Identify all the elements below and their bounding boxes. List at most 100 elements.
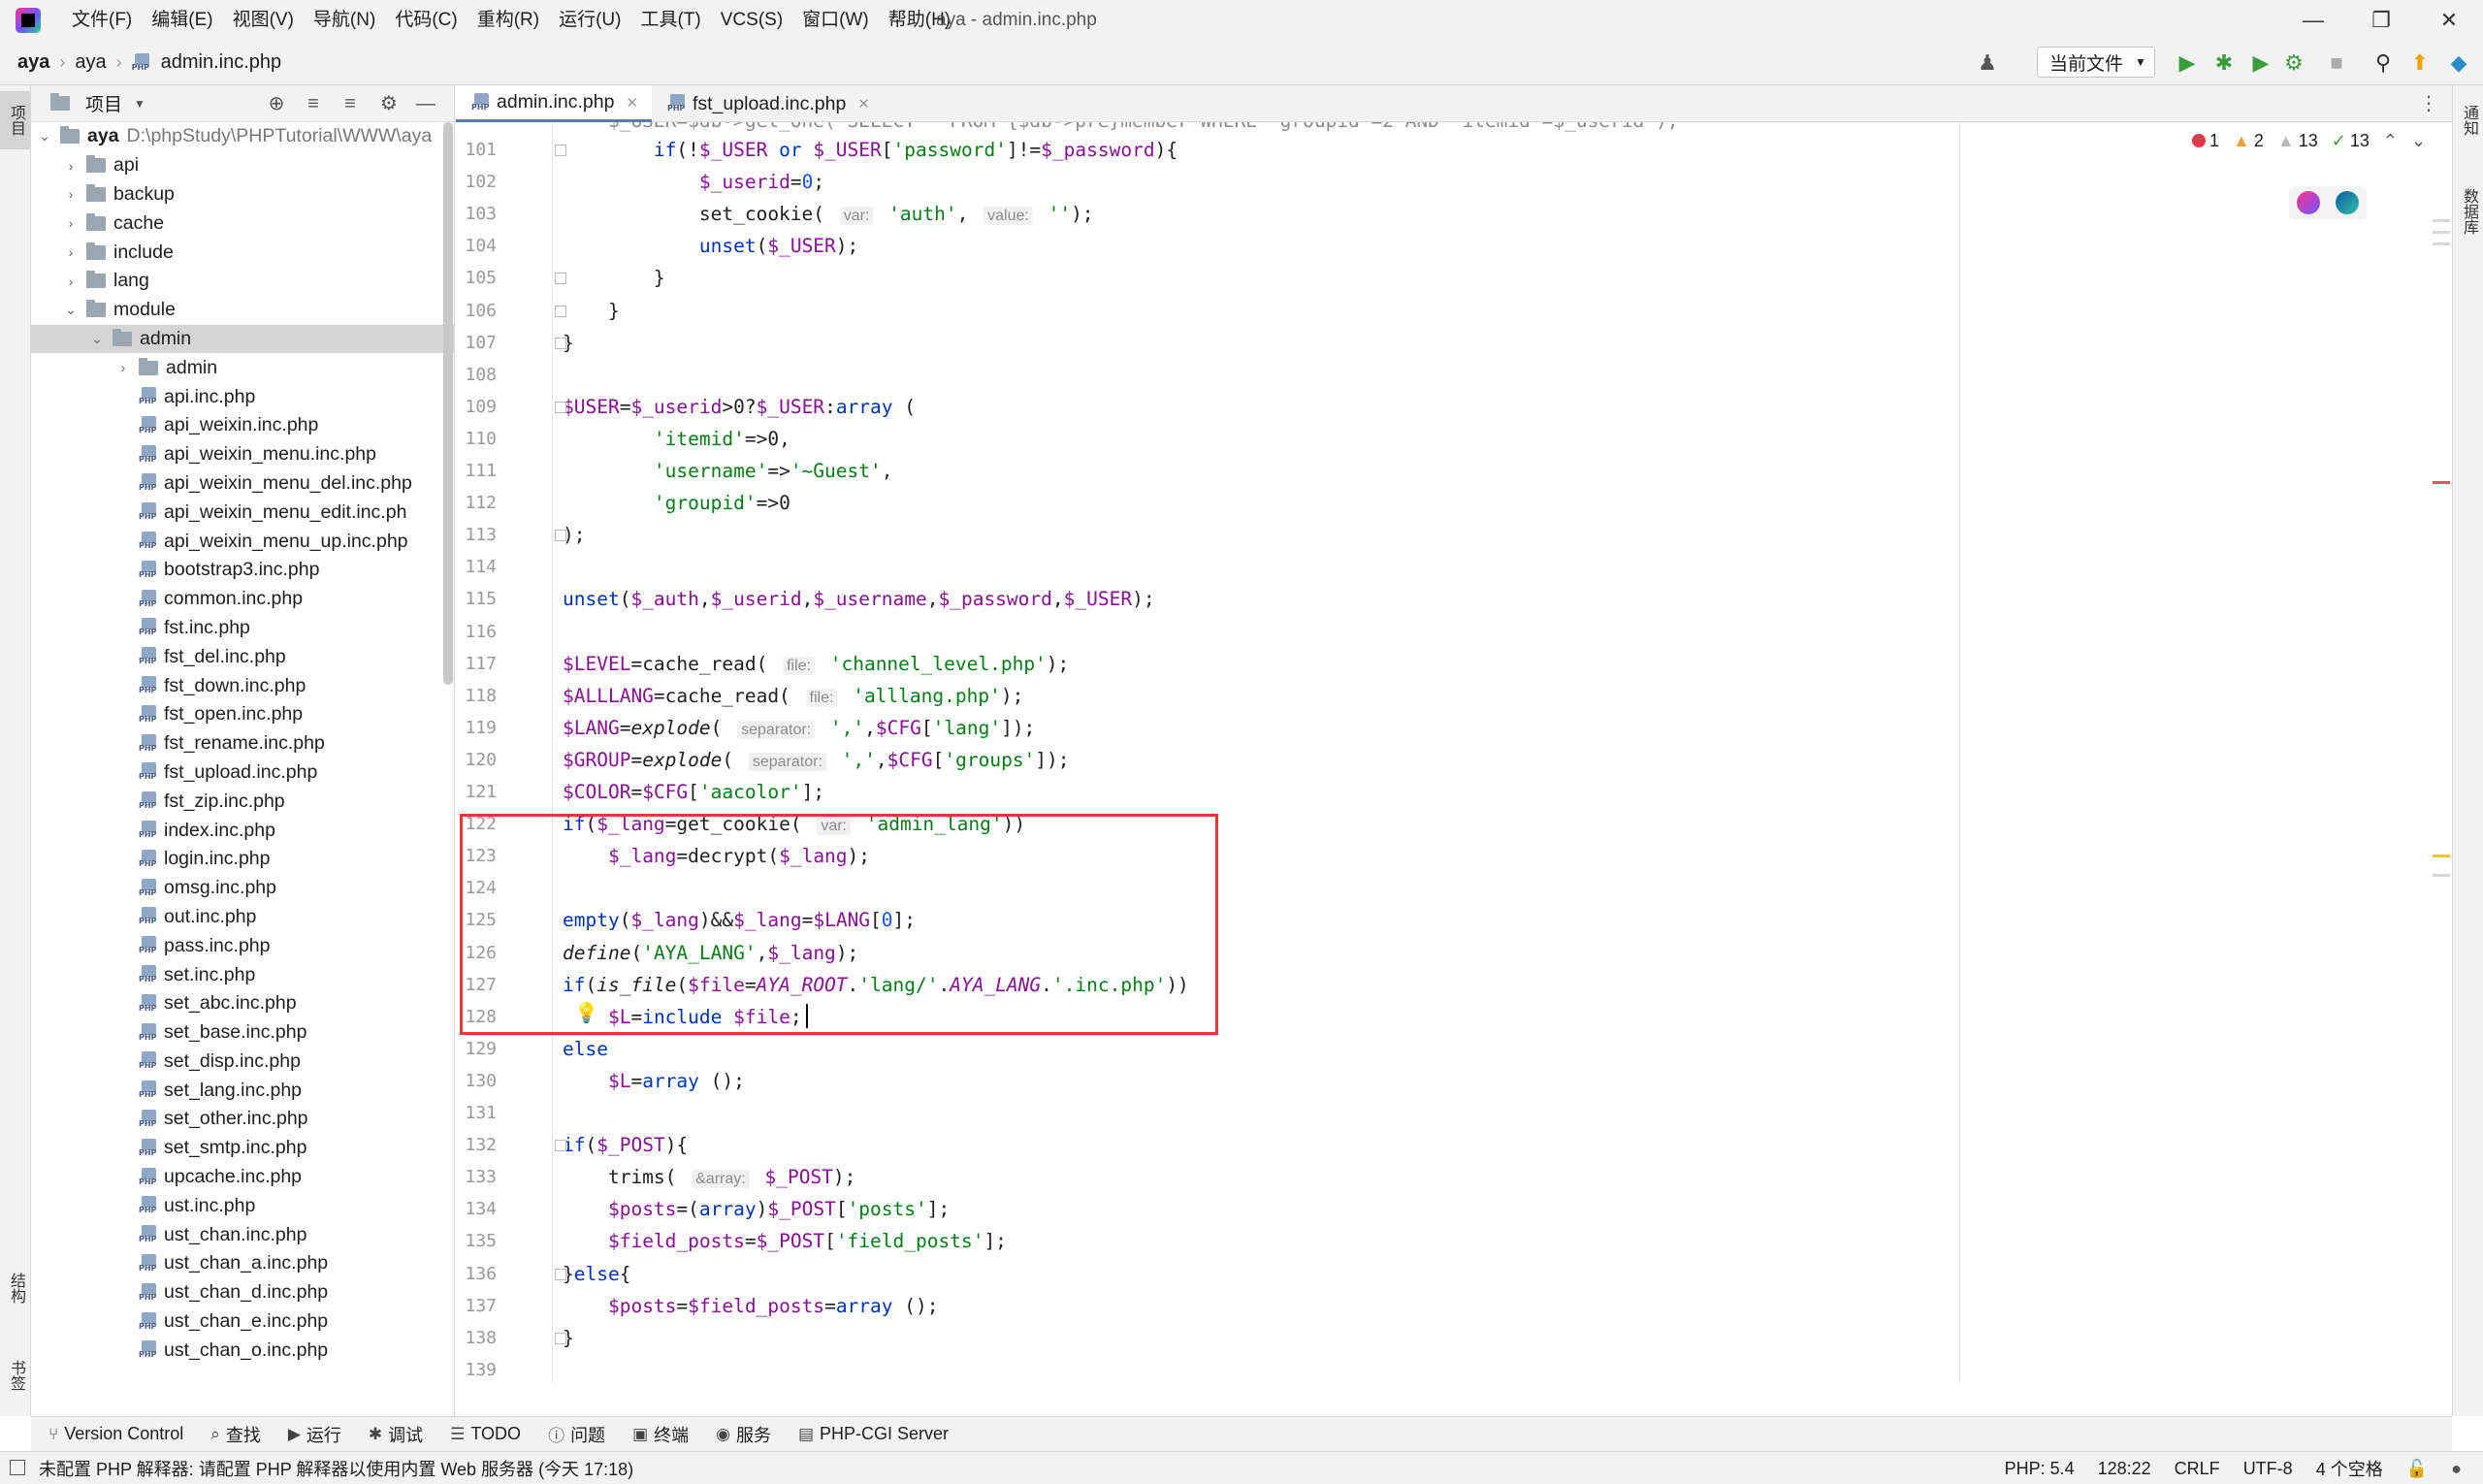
php-version[interactable]: PHP: 5.4 bbox=[2005, 1459, 2075, 1479]
user-icon[interactable]: ♟ bbox=[1973, 48, 2002, 78]
tab-bookmarks[interactable]: 书签 bbox=[0, 1346, 31, 1404]
tool-window-button[interactable]: ◉ 服务 bbox=[716, 1422, 771, 1447]
tool-window-button[interactable]: ✱ 调试 bbox=[369, 1422, 423, 1447]
tree-file[interactable]: fst_del.inc.php bbox=[31, 642, 454, 671]
lightbulb-icon[interactable]: 💡 bbox=[574, 1001, 598, 1025]
collapse-all-icon[interactable]: ≡ bbox=[338, 91, 363, 116]
tree-folder[interactable]: › include bbox=[31, 238, 454, 267]
hide-icon[interactable]: — bbox=[413, 91, 438, 116]
error-count[interactable]: 1 bbox=[2192, 131, 2219, 151]
code-line[interactable]: } bbox=[563, 262, 665, 294]
fold-marker-icon[interactable] bbox=[555, 145, 566, 156]
code-line[interactable]: $L=array (); bbox=[563, 1065, 745, 1097]
tree-file[interactable]: out.inc.php bbox=[31, 903, 454, 932]
line-number[interactable]: 135 bbox=[456, 1231, 497, 1251]
tree-file[interactable]: ust_chan_e.inc.php bbox=[31, 1307, 454, 1337]
tree-file[interactable]: api_weixin.inc.php bbox=[31, 411, 454, 440]
code-line[interactable]: 'itemid'=>0, bbox=[563, 423, 790, 455]
line-number[interactable]: 104 bbox=[456, 236, 497, 256]
line-number[interactable]: 134 bbox=[456, 1199, 497, 1219]
menu-item[interactable]: VCS(S) bbox=[711, 0, 792, 41]
line-number[interactable]: 111 bbox=[456, 461, 497, 481]
code-line[interactable]: empty($_lang)&&$_lang=$LANG[0]; bbox=[563, 904, 916, 936]
warning-mark[interactable] bbox=[2433, 855, 2450, 857]
code-line[interactable]: 'groupid'=>0 bbox=[563, 487, 790, 519]
chevron-right-icon[interactable]: › bbox=[61, 186, 81, 202]
tree-file[interactable]: ust_chan_o.inc.php bbox=[31, 1336, 454, 1365]
tab-project[interactable]: 项目 bbox=[0, 91, 31, 149]
weak-warning-count[interactable]: ▲ 13 bbox=[2277, 131, 2318, 151]
line-number[interactable]: 112 bbox=[456, 493, 497, 513]
breadcrumb-folder[interactable]: aya bbox=[71, 51, 110, 74]
menu-item[interactable]: 窗口(W) bbox=[792, 0, 879, 41]
line-number[interactable]: 131 bbox=[456, 1103, 497, 1123]
tree-file[interactable]: bootstrap3.inc.php bbox=[31, 556, 454, 585]
typo-count[interactable]: ✓ 13 bbox=[2332, 131, 2370, 151]
chevron-down-icon[interactable]: ⌄ bbox=[61, 302, 81, 318]
line-number[interactable]: 124 bbox=[456, 878, 497, 898]
tree-folder[interactable]: › admin bbox=[31, 353, 454, 382]
line-number[interactable]: 123 bbox=[456, 846, 497, 866]
tree-file[interactable]: ust.inc.php bbox=[31, 1191, 454, 1220]
close-icon[interactable]: ✕ bbox=[2415, 0, 2483, 41]
tree-file[interactable]: set_abc.inc.php bbox=[31, 989, 454, 1018]
line-number[interactable]: 129 bbox=[456, 1039, 497, 1059]
chevron-right-icon[interactable]: › bbox=[61, 274, 81, 289]
code-line[interactable]: trims( &array: $_POST); bbox=[563, 1161, 855, 1193]
chevron-right-icon[interactable]: › bbox=[61, 158, 81, 174]
code-line[interactable]: $field_posts=$_POST['field_posts']; bbox=[563, 1225, 1007, 1257]
weak-warning-mark[interactable] bbox=[2433, 874, 2450, 877]
breadcrumb-file[interactable]: admin.inc.php bbox=[157, 51, 286, 74]
run-configuration-select[interactable]: 当前文件 ▼ bbox=[2037, 47, 2155, 78]
phpstorm-browser-icon[interactable] bbox=[2297, 191, 2320, 214]
tab-notifications[interactable]: 通知 bbox=[2453, 91, 2483, 149]
line-number[interactable]: 138 bbox=[456, 1328, 497, 1348]
line-number[interactable]: 127 bbox=[456, 975, 497, 995]
code-line[interactable]: $ALLLANG=cache_read( file: 'alllang.php'… bbox=[563, 680, 1023, 712]
tree-file[interactable]: ust_chan.inc.php bbox=[31, 1220, 454, 1249]
previous-highlight-icon[interactable]: ⌃ bbox=[2383, 131, 2398, 151]
code-line[interactable]: set_cookie( var: 'auth', value: ''); bbox=[563, 198, 1094, 230]
tree-file[interactable]: fst_open.inc.php bbox=[31, 700, 454, 729]
tree-file[interactable]: set_other.inc.php bbox=[31, 1105, 454, 1134]
error-mark[interactable] bbox=[2433, 481, 2450, 484]
line-number[interactable]: 116 bbox=[456, 622, 497, 642]
tool-window-button[interactable]: ☰ TODO bbox=[450, 1424, 521, 1444]
line-number[interactable]: 110 bbox=[456, 429, 497, 449]
caret-position[interactable]: 128:22 bbox=[2098, 1459, 2151, 1479]
locate-icon[interactable]: ⊕ bbox=[264, 91, 289, 116]
menu-item[interactable]: 视图(V) bbox=[223, 0, 304, 41]
code-line[interactable]: if($_lang=get_cookie( var: 'admin_lang')… bbox=[563, 808, 1025, 840]
weak-warning-mark[interactable] bbox=[2433, 242, 2450, 245]
line-number[interactable]: 119 bbox=[456, 718, 497, 738]
line-number[interactable]: 105 bbox=[456, 268, 497, 288]
gear-icon[interactable]: ⚙ bbox=[376, 91, 402, 116]
line-number[interactable]: 139 bbox=[456, 1360, 497, 1380]
fold-marker-icon[interactable] bbox=[555, 401, 566, 413]
code-line[interactable]: else bbox=[563, 1033, 608, 1065]
chevron-right-icon[interactable]: › bbox=[61, 215, 81, 231]
line-number[interactable]: 107 bbox=[456, 333, 497, 353]
minimize-icon[interactable]: — bbox=[2279, 0, 2347, 41]
tool-window-button[interactable]: ▣ 终端 bbox=[632, 1422, 689, 1447]
restore-icon[interactable]: ❐ bbox=[2347, 0, 2415, 41]
line-number[interactable]: 120 bbox=[456, 750, 497, 770]
tree-file[interactable]: set_disp.inc.php bbox=[31, 1048, 454, 1077]
tree-file[interactable]: omsg.inc.php bbox=[31, 874, 454, 903]
profile-icon[interactable]: ⚙ bbox=[2279, 48, 2308, 78]
edge-browser-icon[interactable] bbox=[2336, 191, 2359, 214]
menu-item[interactable]: 工具(T) bbox=[630, 0, 710, 41]
expand-all-icon[interactable]: ≡ bbox=[301, 91, 326, 116]
line-number[interactable]: 126 bbox=[456, 943, 497, 963]
fold-marker-icon[interactable] bbox=[555, 1332, 566, 1344]
run-icon[interactable]: ▶ bbox=[2173, 48, 2202, 78]
line-number[interactable]: 130 bbox=[456, 1071, 497, 1091]
tree-file[interactable]: set.inc.php bbox=[31, 960, 454, 989]
tree-file[interactable]: api_weixin_menu_del.inc.php bbox=[31, 469, 454, 499]
toggle-tool-windows-icon[interactable] bbox=[10, 1460, 25, 1475]
tree-folder[interactable]: › api bbox=[31, 151, 454, 180]
code-line[interactable]: } bbox=[563, 295, 620, 327]
debug-icon[interactable]: ✱ bbox=[2209, 48, 2239, 78]
tool-window-button[interactable]: ⌕ 查找 bbox=[210, 1422, 261, 1447]
update-icon[interactable]: ⬆ bbox=[2405, 48, 2435, 78]
